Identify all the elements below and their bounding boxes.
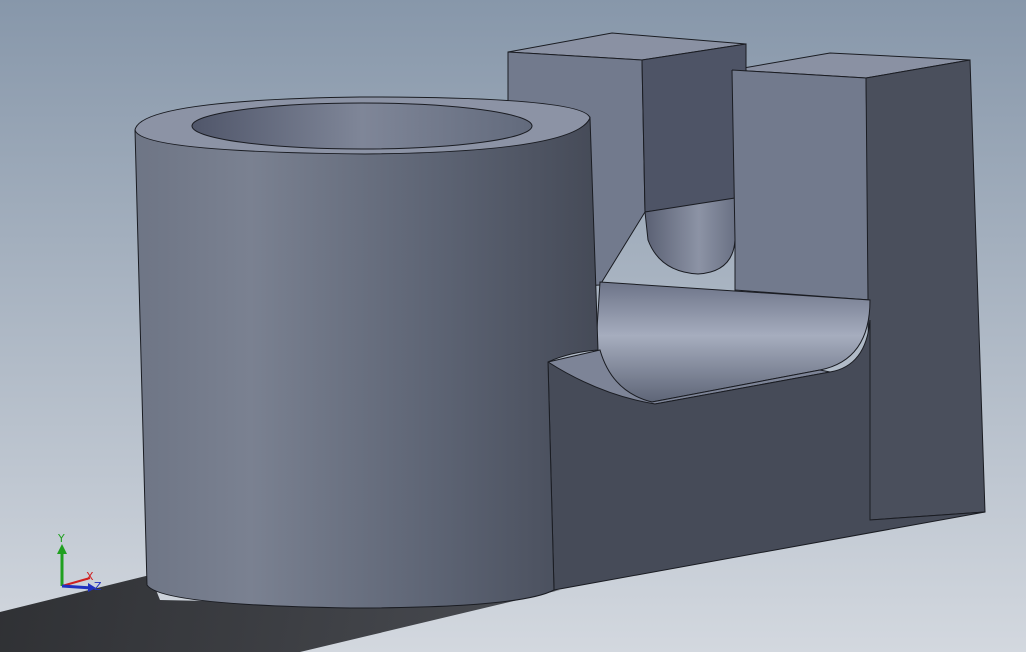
- z-axis-label: Z: [94, 580, 102, 593]
- y-arrow-icon: [57, 544, 67, 554]
- cylinder-bore: [191, 102, 533, 150]
- block-right-upright-face: [731, 69, 871, 301]
- cylinder-body: [134, 116, 599, 609]
- x-axis-label: X: [86, 570, 94, 583]
- slot-inner-wall-left: [641, 43, 747, 213]
- graphics-viewport[interactable]: Y X Z: [0, 0, 1026, 652]
- y-axis-label: Y: [57, 532, 65, 545]
- model-view[interactable]: [0, 0, 1026, 652]
- z-axis-icon: [61, 584, 93, 590]
- axis-triad[interactable]: Y X Z: [50, 528, 110, 598]
- block-right-side: [865, 59, 986, 521]
